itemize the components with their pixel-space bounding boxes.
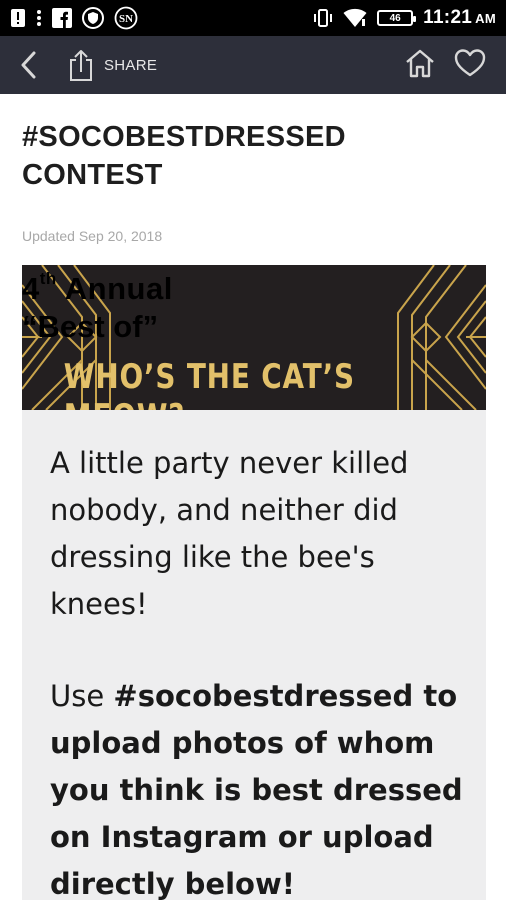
banner-headline: WHO’S THE CAT’S MEOW? [63,357,355,410]
body-paragraph-2: Use #socobestdressed to upload photos of… [50,673,470,908]
contest-banner: 4th Annual “Best of” WHO’S THE CAT’S MEO… [22,265,486,410]
back-arrow-icon [21,51,36,79]
share-button[interactable]: SHARE [68,48,157,82]
share-icon [70,50,92,81]
status-bar: SN 46 11:21 AM [0,0,506,36]
banner-edition: 4th Annual [22,269,486,307]
body-paragraph-2-prefix: Use [50,679,114,713]
status-bar-right: 46 11:21 AM [313,7,496,29]
share-label: SHARE [104,56,158,74]
clock: 11:21 AM [423,7,496,29]
updated-date: Updated Sep 20, 2018 [22,228,163,244]
back-button[interactable] [0,36,56,94]
toolbar-right [404,48,506,83]
sn-icon: SN [114,6,138,30]
facebook-icon [52,7,72,29]
status-bar-left: SN [10,6,138,30]
battery-level: 46 [389,12,401,24]
body-paragraph-1: A little party never killed nobody, and … [50,446,409,621]
article-body: A little party never killed nobody, and … [22,410,486,901]
home-button[interactable] [404,48,436,83]
battery-icon: 46 [377,10,417,26]
more-vertical-icon [36,7,42,29]
app-toolbar: SHARE [0,36,506,94]
alert-icon [10,7,26,29]
banner-edition-suffix: th [39,269,57,288]
vibrate-icon [313,7,333,29]
banner-edition-text: Annual [56,271,173,306]
favorite-button[interactable] [454,48,486,83]
svg-text:SN: SN [119,13,133,25]
clock-time: 11:21 [423,7,473,28]
shield-icon [82,7,104,29]
home-icon [406,49,434,77]
banner-subtitle: “Best of” [22,309,159,344]
banner-edition-number: 4 [22,271,40,306]
page-title: #SOCOBESTDRESSED CONTEST [22,121,346,191]
wifi-icon [343,7,367,29]
clock-ampm: AM [475,11,496,26]
heart-icon [454,48,486,76]
